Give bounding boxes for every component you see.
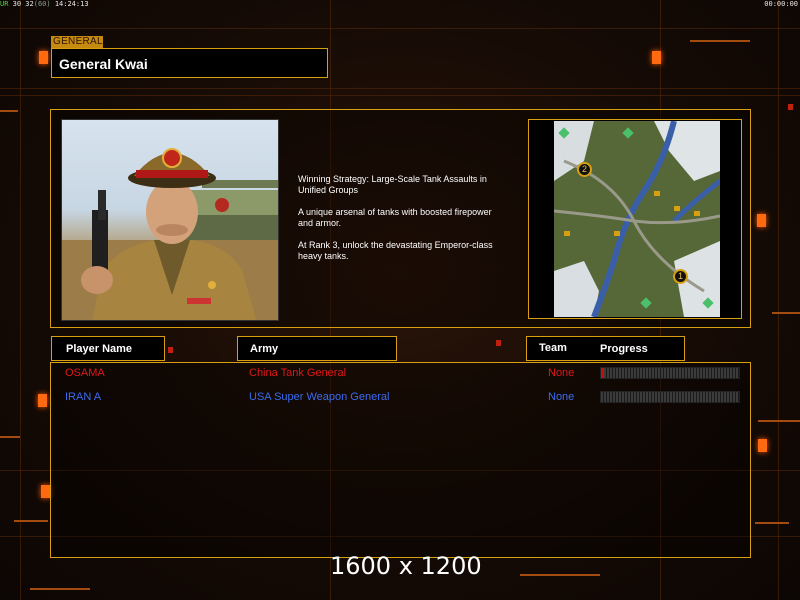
start-position-2[interactable]: 2	[577, 162, 592, 177]
start-position-1-label: 1	[677, 271, 683, 281]
description-strategy: Winning Strategy: Large-Scale Tank Assau…	[298, 174, 487, 195]
player-name: IRAN A	[65, 391, 102, 403]
minimap	[554, 121, 720, 317]
player-army: China Tank General	[249, 367, 347, 379]
header-army: Army	[237, 336, 397, 361]
general-name-box: General Kwai	[51, 48, 328, 78]
header-progress-label: Progress	[600, 343, 648, 355]
general-description: Winning Strategy: Large-Scale Tank Assau…	[298, 174, 523, 273]
description-rank: At Rank 3, unlock the devastating Empero…	[298, 240, 493, 261]
general-tag: GENERAL	[51, 36, 103, 48]
status-prefix: UR	[0, 0, 9, 8]
start-position-2-label: 2	[581, 164, 587, 174]
header-player-name-label: Player Name	[66, 343, 133, 355]
status-time: 14:24:13	[54, 0, 89, 8]
resolution-label: 1600 x 1200	[330, 552, 482, 580]
general-name: General Kwai	[59, 56, 148, 72]
progress-bar	[600, 367, 740, 379]
header-army-label: Army	[250, 343, 279, 355]
status-paren: (60)	[33, 0, 51, 8]
progress-bar	[600, 391, 740, 403]
status-bar-right: 00:00:00	[764, 0, 798, 8]
status-bar-left: UR 30 32(60) 14:24:13	[0, 0, 89, 8]
start-position-1[interactable]: 1	[673, 269, 688, 284]
status-values: 30 32	[12, 0, 34, 8]
header-player-name: Player Name	[51, 336, 165, 361]
player-team: None	[548, 367, 575, 379]
description-arsenal: A unique arsenal of tanks with boosted f…	[298, 207, 492, 228]
header-team-label: Team	[539, 342, 567, 354]
player-team: None	[548, 391, 575, 403]
progress-fill	[601, 368, 604, 378]
general-portrait	[61, 119, 279, 321]
player-army: USA Super Weapon General	[249, 391, 390, 403]
header-team-progress: Team Progress	[526, 336, 685, 361]
player-name: OSAMA	[65, 367, 105, 379]
